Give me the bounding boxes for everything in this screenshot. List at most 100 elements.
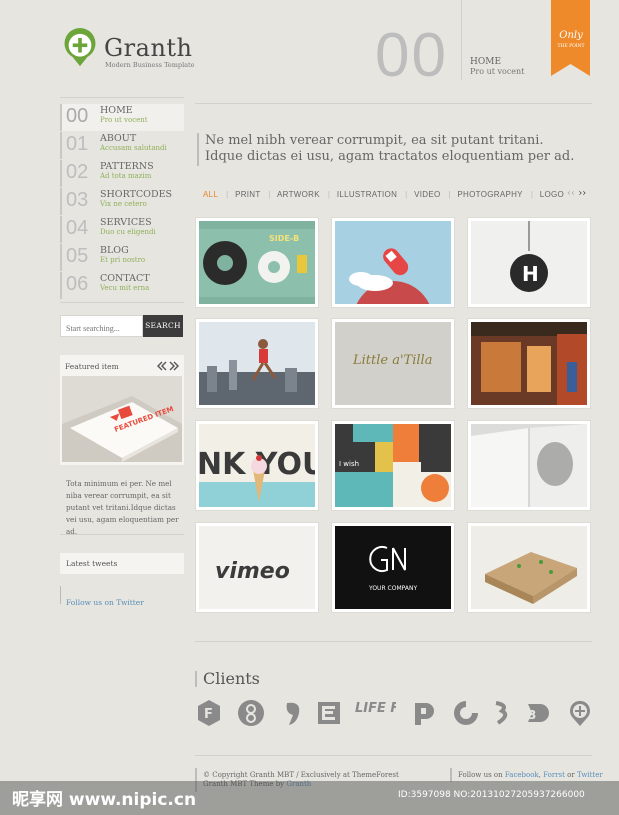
nav-number: 03 bbox=[66, 189, 89, 211]
nav-item-patterns[interactable]: 02 PATTERNS Ad tota mazim bbox=[60, 160, 184, 187]
svg-text:F: F bbox=[204, 707, 213, 722]
search-input[interactable] bbox=[61, 318, 142, 339]
nav-label: SERVICES bbox=[100, 217, 152, 228]
nav-number: 00 bbox=[66, 105, 89, 127]
portfolio-item-7[interactable]: NK YOU. bbox=[196, 421, 318, 510]
client-logo-4[interactable] bbox=[315, 699, 343, 727]
portfolio-item-12[interactable] bbox=[468, 523, 590, 612]
client-logo-2[interactable] bbox=[237, 699, 265, 727]
nav-number: 02 bbox=[66, 161, 89, 183]
thank-you-image: NK YOU. bbox=[199, 424, 315, 507]
ribbon-text: Only bbox=[559, 30, 583, 41]
featured-arrows[interactable] bbox=[156, 361, 180, 374]
watermark-right-text: ID:3597098 NO:20131027205937266000 bbox=[398, 790, 585, 800]
client-logo-7[interactable] bbox=[452, 699, 480, 727]
logo-pin-icon bbox=[64, 28, 96, 67]
nav-indicator bbox=[60, 216, 62, 243]
portfolio-item-1[interactable]: SIDE-B bbox=[196, 218, 318, 307]
filter-illustration[interactable]: ILLUSTRATION bbox=[337, 190, 397, 199]
nav-number: 05 bbox=[66, 245, 89, 267]
portfolio-label: H bbox=[522, 262, 539, 286]
portfolio-item-9[interactable] bbox=[468, 421, 590, 510]
portfolio-item-5[interactable]: Little a'Tilla bbox=[332, 319, 454, 408]
footer-top-rule bbox=[195, 755, 592, 756]
sidebar-rule bbox=[60, 534, 184, 535]
portfolio-label: I wish bbox=[339, 460, 359, 468]
portfolio-item-3[interactable]: H bbox=[468, 218, 590, 307]
portfolio-pager: ‹‹ ›› bbox=[567, 188, 586, 199]
nav-item-home[interactable]: 00 HOME Pro ut vocent bbox=[60, 104, 184, 131]
follow-twitter-link[interactable]: Follow us on Twitter bbox=[66, 598, 144, 607]
nav-indicator bbox=[60, 160, 62, 187]
page-number: 00 bbox=[375, 21, 448, 90]
nav-indicator bbox=[60, 132, 62, 159]
nav-label: SHORTCODES bbox=[100, 189, 173, 200]
client-logo-6[interactable] bbox=[410, 699, 438, 727]
clients-top-rule bbox=[195, 641, 592, 642]
filter-all[interactable]: ALL bbox=[203, 190, 218, 199]
footer-copyright: © Copyright Granth MBT / Exclusively at … bbox=[203, 771, 399, 779]
client-logo-9[interactable]: 3 bbox=[525, 699, 553, 727]
footer-forrst-link[interactable]: Forrst bbox=[543, 771, 565, 779]
nav-sublabel: Duo cu eligendi bbox=[100, 228, 156, 236]
sidebar-nav-rule bbox=[60, 302, 184, 303]
sidebar-top-rule bbox=[60, 97, 184, 98]
arrows-icon[interactable] bbox=[156, 361, 180, 371]
filter-video[interactable]: VIDEO bbox=[414, 190, 440, 199]
client-logo-5[interactable]: LIFE FILM bbox=[354, 699, 396, 727]
client-logo-8[interactable] bbox=[488, 699, 516, 727]
client-logo-1[interactable]: F bbox=[195, 699, 223, 727]
footer-facebook-link[interactable]: Facebook bbox=[505, 771, 539, 779]
header-divider bbox=[461, 0, 462, 80]
nav-sublabel: Accusam salutandi bbox=[100, 144, 167, 152]
nav-item-services[interactable]: 04 SERVICES Duo cu eligendi bbox=[60, 216, 184, 243]
filter-logo[interactable]: LOGO bbox=[540, 190, 564, 199]
client-logo-10[interactable] bbox=[566, 699, 594, 727]
footer-twitter-link[interactable]: Twitter bbox=[577, 771, 603, 779]
intro-text: Ne mel nibh verear corrumpit, ea sit put… bbox=[205, 133, 575, 164]
nav-item-shortcodes[interactable]: 03 SHORTCODES Vix ne cetero bbox=[60, 188, 184, 215]
clients-title: Clients bbox=[203, 669, 260, 688]
brand-name[interactable]: Granth bbox=[104, 34, 193, 62]
footer-follow-prefix: Follow us on bbox=[458, 771, 503, 779]
footer-bar-right bbox=[450, 768, 452, 782]
nav-item-blog[interactable]: 05 BLOG Et pri nostro bbox=[60, 244, 184, 271]
next-page-button[interactable]: ›› bbox=[578, 188, 586, 199]
typography-poster-image: I wish bbox=[335, 424, 451, 507]
nav-indicator bbox=[60, 244, 62, 271]
main-top-rule bbox=[195, 103, 592, 104]
prev-page-button[interactable]: ‹‹ bbox=[567, 188, 575, 199]
search-button[interactable]: SEARCH bbox=[143, 315, 183, 337]
cardboard-boxes-image bbox=[471, 526, 587, 609]
nav-label: CONTACT bbox=[100, 273, 150, 284]
nav-sublabel: Vecu mit erna bbox=[100, 284, 150, 292]
portfolio-item-10[interactable]: vimeo bbox=[196, 523, 318, 612]
filter-print[interactable]: PRINT bbox=[235, 190, 261, 199]
featured-image[interactable]: FEATURED ITEM bbox=[62, 376, 182, 462]
vimeo-image: vimeo bbox=[199, 526, 315, 609]
client-logo-3[interactable] bbox=[279, 699, 307, 727]
page-subtitle: Pro ut vocent bbox=[470, 67, 525, 76]
filter-photography[interactable]: PHOTOGRAPHY bbox=[457, 190, 522, 199]
nav-number: 06 bbox=[66, 273, 89, 295]
nav-indicator bbox=[60, 104, 62, 131]
little-atilla-image: Little a'Tilla bbox=[335, 322, 451, 405]
follow-bar bbox=[60, 586, 61, 604]
nav-label: BLOG bbox=[100, 245, 129, 256]
portfolio-item-2[interactable] bbox=[332, 218, 454, 307]
nav-item-about[interactable]: 01 ABOUT Accusam salutandi bbox=[60, 132, 184, 159]
nav-sublabel: Pro ut vocent bbox=[100, 116, 148, 124]
ribbon-subtext: THE POINT bbox=[557, 44, 585, 49]
tag-logo-image: H bbox=[471, 221, 587, 304]
nav-item-contact[interactable]: 06 CONTACT Vecu mit erna bbox=[60, 272, 184, 299]
filter-artwork[interactable]: ARTWORK bbox=[277, 190, 320, 199]
portfolio-item-4[interactable] bbox=[196, 319, 318, 408]
portfolio-label: vimeo bbox=[215, 559, 290, 584]
portfolio-item-8[interactable]: I wish bbox=[332, 421, 454, 510]
nav-sublabel: Et pri nostro bbox=[100, 256, 146, 264]
footer-or: or bbox=[567, 771, 575, 779]
watermark-left-text: 昵享网 www.nipic.cn bbox=[12, 790, 197, 810]
portfolio-item-11[interactable]: YOUR COMPANY bbox=[332, 523, 454, 612]
nav-label: HOME bbox=[100, 105, 133, 116]
portfolio-item-6[interactable] bbox=[468, 319, 590, 408]
